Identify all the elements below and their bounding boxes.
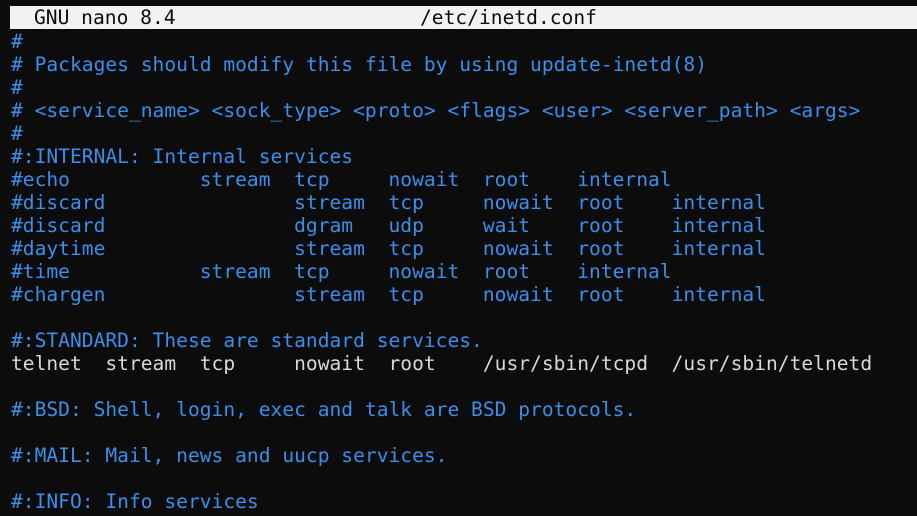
blank-line[interactable] [11, 421, 917, 444]
comment-line[interactable]: #discard stream tcp nowait root internal [11, 191, 917, 214]
comment-line[interactable]: #:MAIL: Mail, news and uucp services. [11, 444, 917, 467]
comment-line[interactable]: #:STANDARD: These are standard services. [11, 329, 917, 352]
comment-line[interactable]: #:INTERNAL: Internal services [11, 145, 917, 168]
comment-line[interactable]: #:BSD: Shell, login, exec and talk are B… [11, 398, 917, 421]
nano-title-bar: GNU nano 8.4 /etc/inetd.conf [10, 6, 917, 29]
comment-line[interactable]: #discard dgram udp wait root internal [11, 214, 917, 237]
blank-line[interactable] [11, 467, 917, 490]
comment-line[interactable]: # Packages should modify this file by us… [11, 53, 917, 76]
text-editor-area[interactable]: # # Packages should modify this file by u… [11, 30, 917, 513]
comment-line[interactable]: # [11, 76, 917, 99]
comment-line[interactable]: # [11, 30, 917, 53]
editor-name: GNU nano 8.4 [34, 6, 176, 29]
blank-line[interactable] [11, 375, 917, 398]
config-line[interactable]: telnet stream tcp nowait root /usr/sbin/… [11, 352, 917, 375]
comment-line[interactable]: #time stream tcp nowait root internal [11, 260, 917, 283]
comment-line[interactable]: # [11, 122, 917, 145]
comment-line[interactable]: #daytime stream tcp nowait root internal [11, 237, 917, 260]
comment-line[interactable]: # <service_name> <sock_type> <proto> <fl… [11, 99, 917, 122]
blank-line[interactable] [11, 306, 917, 329]
file-name: /etc/inetd.conf [420, 6, 597, 29]
comment-line[interactable]: #:INFO: Info services [11, 490, 917, 513]
comment-line[interactable]: #echo stream tcp nowait root internal [11, 168, 917, 191]
comment-line[interactable]: #chargen stream tcp nowait root internal [11, 283, 917, 306]
